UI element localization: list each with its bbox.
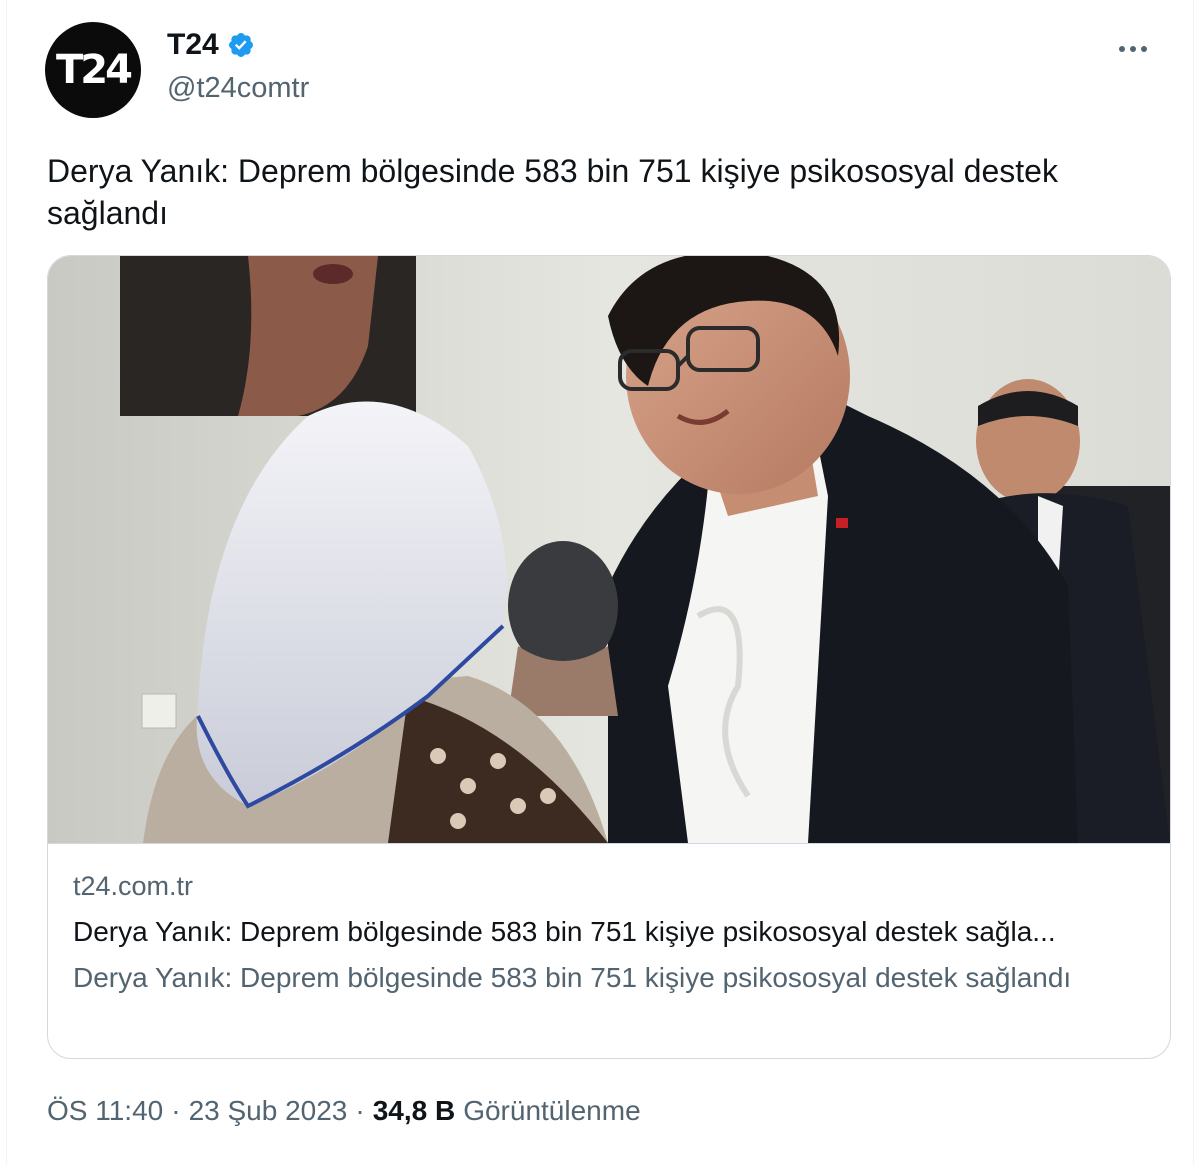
card-image[interactable] (48, 256, 1170, 844)
more-horizontal-icon (1119, 46, 1125, 52)
meta-separator: · (355, 1095, 365, 1126)
card-description: Derya Yanık: Deprem bölgesinde 583 bin 7… (73, 962, 1072, 993)
card-photo (48, 256, 1170, 843)
link-preview-card[interactable]: t24.com.tr Derya Yanık: Deprem bölgesind… (47, 255, 1171, 1059)
views-count[interactable]: 34,8 B (373, 1095, 456, 1127)
tweet-text: Derya Yanık: Deprem bölgesinde 583 bin 7… (47, 153, 1058, 231)
verified-badge-icon (227, 31, 255, 59)
meta-separator: · (171, 1095, 181, 1126)
display-name[interactable]: T24 (167, 28, 219, 62)
card-title: Derya Yanık: Deprem bölgesinde 583 bin 7… (73, 916, 1056, 947)
avatar[interactable]: T24 (45, 22, 141, 118)
tweet-meta: ÖS 11:40 · 23 Şub 2023 · 34,8 B Görüntül… (47, 1095, 641, 1127)
card-domain: t24.com.tr (73, 871, 194, 901)
avatar-logo-text: T24 (56, 47, 133, 93)
more-dot (1141, 46, 1147, 52)
author-handle[interactable]: @t24comtr (167, 72, 309, 105)
more-dot (1130, 46, 1136, 52)
views-label[interactable]: Görüntülenme (463, 1095, 640, 1127)
author-name-row[interactable]: T24 (167, 28, 255, 62)
tweet-time[interactable]: ÖS 11:40 (47, 1095, 163, 1127)
tweet-container: T24 T24 @t24comtr Derya Yanık: Deprem bö… (6, 0, 1194, 1164)
more-options-button[interactable] (1113, 34, 1153, 64)
tweet-date[interactable]: 23 Şub 2023 (189, 1095, 348, 1127)
